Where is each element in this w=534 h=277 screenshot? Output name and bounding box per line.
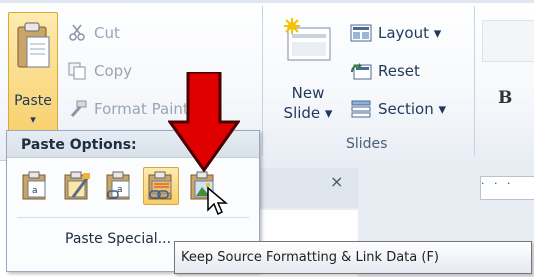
embed-icon: a: [106, 171, 130, 200]
clipboard-icon: [17, 22, 50, 68]
group-separator: [474, 6, 475, 156]
paste-special-item[interactable]: Paste Special...: [65, 231, 171, 247]
paste-option-use-destination-theme[interactable]: a: [17, 167, 53, 205]
section-icon: [351, 100, 371, 118]
new-slide-label-1: New: [291, 84, 325, 102]
copy-button[interactable]: Copy: [68, 60, 132, 82]
layout-button[interactable]: Layout ▾: [350, 22, 441, 44]
keep-source-formatting-icon: [64, 171, 90, 200]
new-slide-icon: [284, 18, 331, 61]
mouse-pointer-icon: [207, 186, 228, 216]
copy-label: Copy: [94, 62, 133, 80]
paste-button[interactable]: Paste ▾: [8, 12, 58, 142]
ruler: · · ·: [480, 176, 534, 200]
group-separator: [262, 6, 263, 156]
use-destination-theme-icon: a: [22, 171, 46, 200]
new-slide-button[interactable]: New Slide ▾: [272, 18, 344, 138]
cut-label: Cut: [94, 24, 120, 42]
section-label: Section ▾: [378, 100, 447, 118]
copy-icon: [68, 62, 86, 80]
reset-button[interactable]: Reset: [350, 60, 420, 82]
paste-option-keep-source-formatting-link[interactable]: [143, 167, 179, 205]
layout-icon: [350, 24, 372, 42]
section-button[interactable]: Section ▾: [350, 98, 446, 120]
layout-label: Layout ▾: [378, 24, 442, 42]
bold-button[interactable]: B: [498, 88, 512, 108]
menu-divider: [17, 217, 249, 218]
paste-dropdown-arrow[interactable]: ▾: [9, 113, 57, 126]
ribbon-top-border: [0, 0, 534, 3]
tooltip: Keep Source Formatting & Link Data (F): [174, 241, 532, 274]
svg-text:a: a: [32, 186, 38, 196]
red-down-arrow-icon: [168, 72, 240, 172]
reset-label: Reset: [378, 62, 420, 80]
reset-icon: [351, 63, 372, 80]
paste-option-embed[interactable]: a: [101, 167, 137, 205]
brush-icon: [70, 100, 87, 117]
keep-source-formatting-link-icon: [148, 171, 172, 200]
new-slide-label-2: Slide ▾: [283, 104, 333, 122]
close-pane-button[interactable]: ×: [330, 172, 343, 191]
paste-option-keep-source-formatting[interactable]: [59, 167, 95, 205]
scissors-icon: [69, 24, 85, 41]
slides-group-label: Slides: [346, 136, 388, 152]
cut-button[interactable]: Cut: [68, 22, 120, 44]
paste-label: Paste: [14, 93, 52, 109]
paste-options-title: Paste Options:: [21, 137, 137, 153]
font-name-box[interactable]: [482, 20, 534, 62]
